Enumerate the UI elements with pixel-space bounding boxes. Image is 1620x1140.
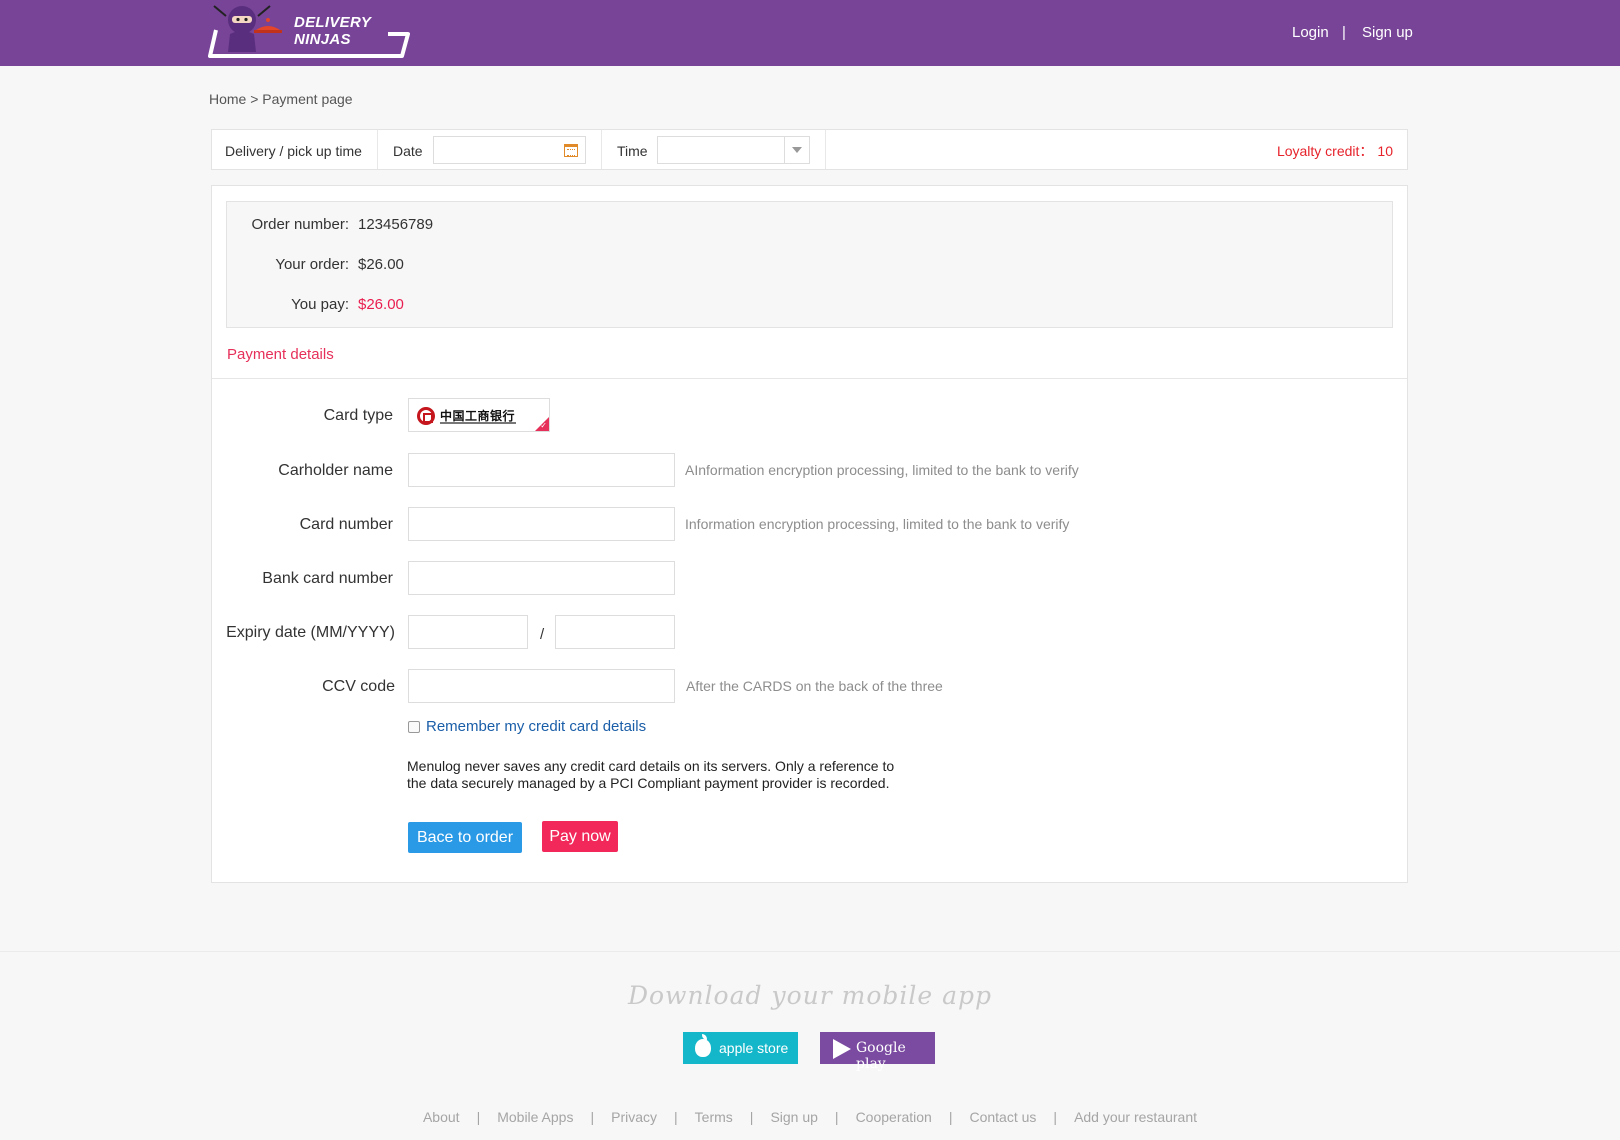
cardholder-name-label: Carholder name [278,462,393,479]
card-type-label: Card type [323,407,393,424]
card-number-input[interactable] [408,507,675,541]
delivery-time-label: Delivery / pick up time [225,143,362,159]
google-play-icon [833,1039,851,1059]
auth-separator: | [1342,24,1346,41]
security-notice: Menulog never saves any credit card deta… [407,758,927,792]
cardholder-name-hint: AInformation encryption processing, limi… [685,462,1079,478]
loyalty-credit-label: Loyalty credit： [1276,143,1374,159]
ccv-code-input[interactable] [408,669,675,703]
expiry-separator: / [540,626,545,643]
calendar-icon[interactable] [564,144,578,157]
footer-link-privacy[interactable]: Privacy [611,1109,657,1125]
chevron-down-icon[interactable] [784,137,809,163]
order-number-label: Order number: [251,216,349,233]
security-notice-line: the data securely managed by a PCI Compl… [407,775,890,791]
expiry-month-input[interactable] [408,615,528,649]
footer-link-contact-us[interactable]: Contact us [969,1109,1036,1125]
loyalty-credit-value: 10 [1377,143,1393,159]
divider [212,378,1407,379]
download-app-title: Download your mobile app [627,981,993,1010]
footer-links: About | Mobile Apps | Privacy | Terms | Sign up |… [0,1109,1620,1125]
divider [601,130,602,169]
you-pay-value: $26.00 [358,296,404,313]
breadcrumb: Home > Payment page [209,91,353,107]
card-type-selector[interactable]: 中国工商银行 ✓ [408,398,550,432]
order-number-value: 123456789 [358,216,434,233]
you-pay-label: You pay: [291,296,349,313]
security-notice-line: Menulog never saves any credit card deta… [407,758,895,774]
your-order-value: $26.00 [358,256,404,273]
back-to-order-button[interactable]: Bace to order [408,822,522,853]
footer-separator: | [749,1109,754,1125]
footer-separator: | [948,1109,953,1125]
google-play-button[interactable]: Google play [820,1032,935,1072]
payment-panel: Order number: 123456789 Your order: $26.… [211,185,1408,883]
footer-separator: | [674,1109,678,1125]
expiry-date-label: Expiry date (MM/YYYY) [226,624,395,641]
footer-link-sign-up[interactable]: Sign up [770,1109,817,1125]
remember-card-checkbox[interactable] [408,721,420,733]
divider [825,130,826,169]
brand-name: DELIVERY NINJAS [294,14,371,48]
apple-store-label: apple store [719,1040,789,1056]
ccv-code-label: CCV code [322,678,395,695]
footer-separator: | [1053,1109,1058,1125]
icbc-bank-icon [417,407,435,425]
time-select[interactable] [657,136,810,164]
footer-link-mobile-apps[interactable]: Mobile Apps [497,1109,573,1125]
divider [0,951,1620,952]
expiry-year-input[interactable] [555,615,675,649]
footer-link-add-restaurant[interactable]: Add your restaurant [1074,1109,1197,1125]
footer-separator: | [476,1109,481,1125]
footer-separator: | [834,1109,839,1125]
date-input[interactable] [433,136,586,164]
time-label: Time [617,143,648,159]
ccv-code-hint: After the CARDS on the back of the three [686,678,943,694]
loyalty-credit: Loyalty credit： 10 [1277,141,1393,161]
apple-store-button[interactable]: apple store [683,1032,798,1064]
footer-link-about[interactable]: About [423,1109,460,1125]
google-play-label: Google play [856,1040,906,1072]
delivery-time-bar: Delivery / pick up time Date Time Loyalt… [211,129,1408,170]
divider [377,130,378,169]
date-label: Date [393,143,423,159]
divider [440,422,516,424]
cardholder-name-input[interactable] [408,453,675,487]
bank-card-number-input[interactable] [408,561,675,595]
signup-link[interactable]: Sign up [1362,24,1413,41]
footer-link-cooperation[interactable]: Cooperation [856,1109,932,1125]
your-order-label: Your order: [275,256,349,273]
card-number-hint: Information encryption processing, limit… [685,516,1070,532]
order-summary: Order number: 123456789 Your order: $26.… [226,201,1393,328]
payment-details-title: Payment details [227,346,334,363]
bank-card-number-label: Bank card number [262,570,393,587]
login-link[interactable]: Login [1292,24,1329,41]
footer-separator: | [590,1109,595,1125]
apple-icon [695,1034,711,1057]
footer-link-terms[interactable]: Terms [695,1109,733,1125]
pay-now-button[interactable]: Pay now [542,821,618,852]
site-header: DELIVERY NINJAS Login | Sign up [0,0,1620,66]
delivery-ninjas-logo[interactable]: DELIVERY NINJAS [206,0,420,62]
remember-card-label[interactable]: Remember my credit card details [426,718,646,735]
card-number-label: Card number [299,516,393,533]
check-icon: ✓ [540,421,547,430]
